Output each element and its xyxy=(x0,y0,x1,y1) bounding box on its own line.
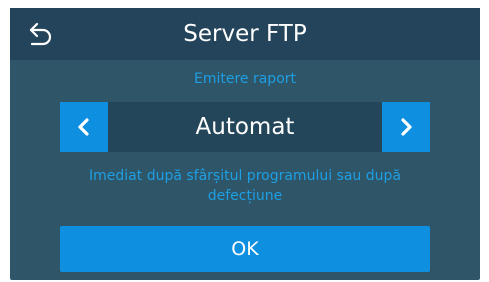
back-arrow-icon xyxy=(29,22,52,46)
back-button[interactable] xyxy=(28,22,56,48)
ok-button[interactable]: OK xyxy=(60,226,430,272)
previous-option-button[interactable] xyxy=(60,102,108,152)
chevron-right-icon xyxy=(401,118,412,136)
setting-label: Emitere raport xyxy=(193,71,297,87)
selected-value: Automat xyxy=(195,114,295,140)
page-title: Server FTP xyxy=(183,21,307,47)
value-selector: Automat xyxy=(60,102,430,152)
chevron-left-icon xyxy=(78,118,89,136)
header-bar: Server FTP xyxy=(10,8,480,60)
ftp-server-screen: Server FTP Emitere raport Automat Imedia… xyxy=(10,8,480,280)
setting-description: Imediat după sfârșitul programului sau d… xyxy=(89,168,401,204)
next-option-button[interactable] xyxy=(382,102,430,152)
